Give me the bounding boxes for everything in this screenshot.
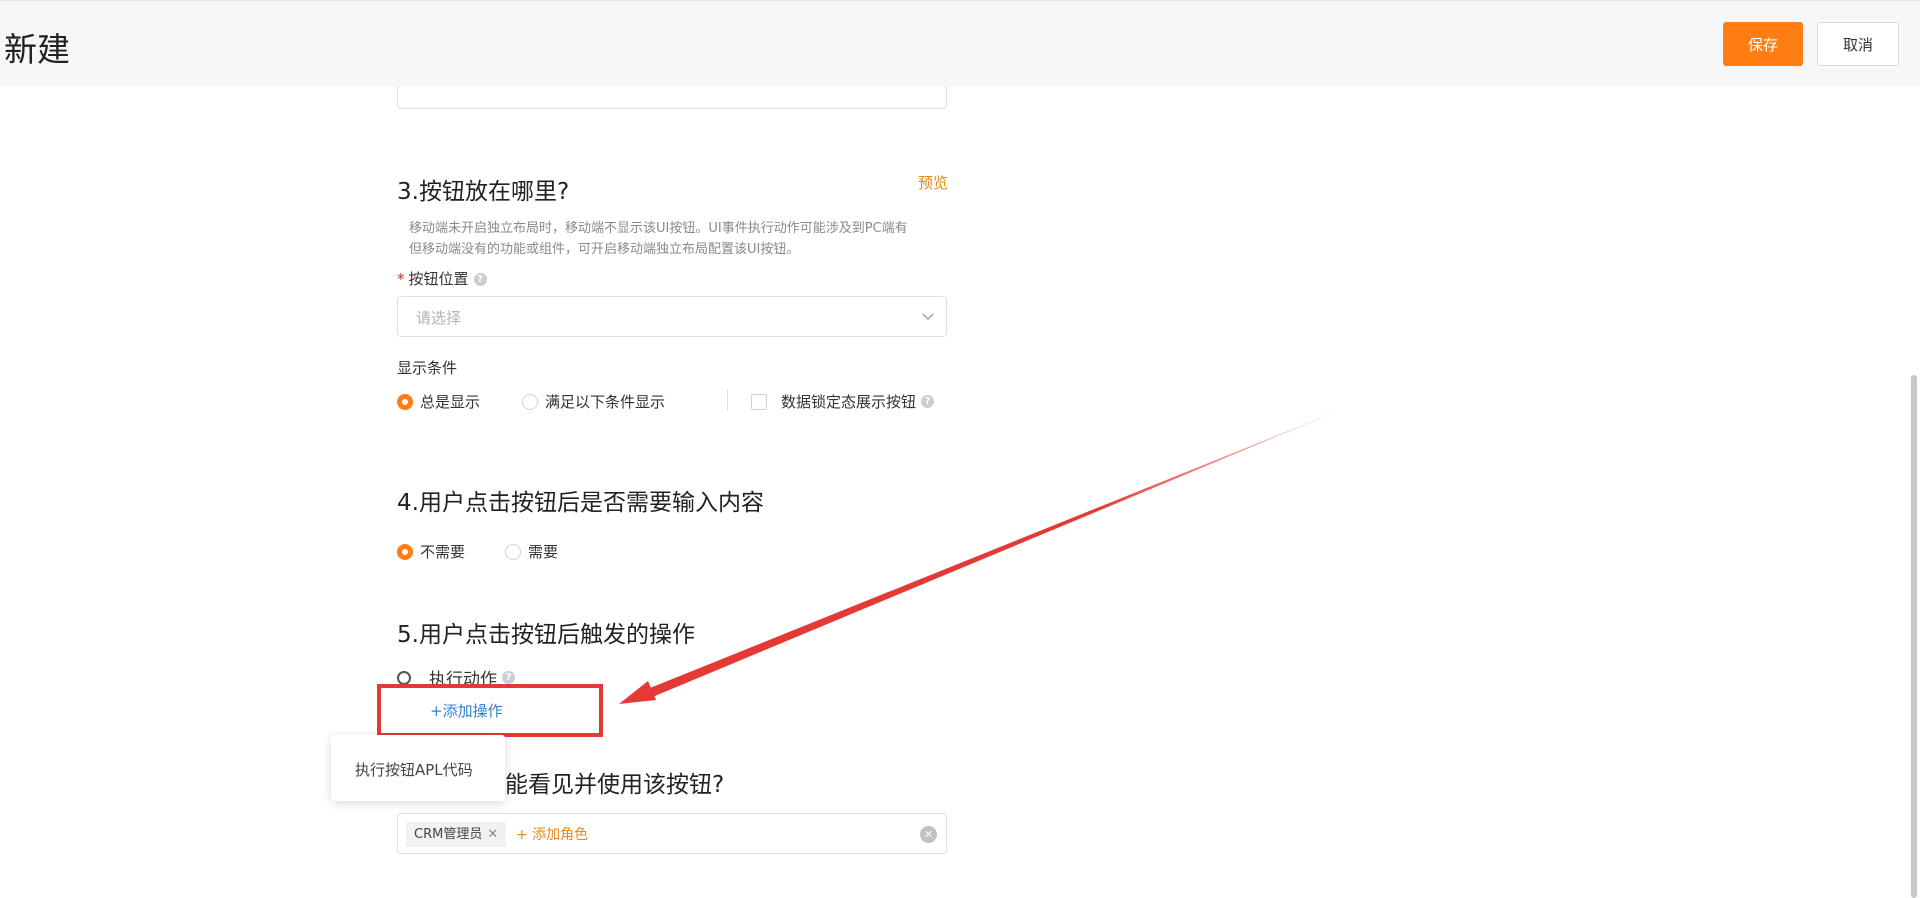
page-title: 新建 bbox=[4, 30, 70, 69]
help-icon[interactable]: ? bbox=[921, 395, 935, 408]
button-position-select[interactable]: 请选择 bbox=[397, 296, 947, 337]
radio-always-show[interactable]: 总是显示 bbox=[397, 391, 480, 412]
radio-selected-indicator[interactable] bbox=[397, 543, 413, 560]
mobile-layout-hint: 移动端未开启独立布局时，移动端不显示该UI按钮。UI事件执行动作可能涉及到PC端… bbox=[409, 221, 908, 257]
radio-no-input[interactable]: 不需要 bbox=[397, 541, 465, 562]
preview-link[interactable]: 预览 bbox=[918, 172, 948, 193]
radio-need-input[interactable]: 需要 bbox=[505, 541, 558, 562]
annotation-arrow bbox=[619, 408, 1345, 704]
checkbox-locked-show[interactable]: 数据锁定态展示按钮 ? bbox=[751, 391, 935, 412]
section-5-title: 5.用户点击按钮后触发的操作 bbox=[397, 622, 695, 648]
checkbox-indicator[interactable] bbox=[751, 393, 767, 410]
help-icon[interactable]: ? bbox=[473, 273, 487, 286]
dropdown-item-execute-apl[interactable]: 执行按钮APL代码 bbox=[355, 759, 473, 780]
clear-icon[interactable]: ✕ bbox=[920, 826, 937, 843]
section-3-title: 3.按钮放在哪里? bbox=[397, 179, 570, 205]
close-icon[interactable]: ✕ bbox=[487, 827, 498, 842]
section-4-title: 4.用户点击按钮后是否需要输入内容 bbox=[397, 490, 764, 516]
add-role-button[interactable]: + 添加角色 bbox=[516, 824, 588, 844]
radio-conditional-show[interactable]: 满足以下条件显示 bbox=[522, 391, 665, 412]
section-6-title: 能看见并使用该按钮? bbox=[505, 772, 725, 798]
help-icon[interactable]: ? bbox=[502, 671, 515, 684]
select-placeholder: 请选择 bbox=[416, 309, 462, 327]
display-condition-label: 显示条件 bbox=[397, 359, 458, 377]
top-header: 新建 保存 取消 bbox=[0, 0, 1920, 86]
radio-indicator[interactable] bbox=[505, 543, 521, 560]
radio-indicator[interactable] bbox=[522, 393, 538, 410]
required-mark: * bbox=[397, 270, 405, 288]
option-divider bbox=[727, 389, 728, 411]
role-tag: CRM管理员 ✕ bbox=[406, 822, 507, 847]
radio-execute-action[interactable]: 执行动作 ? bbox=[397, 665, 515, 690]
button-position-label: * 按钮位置? bbox=[397, 268, 487, 289]
radio-selected-indicator[interactable] bbox=[397, 393, 413, 410]
radio-indicator[interactable] bbox=[397, 670, 411, 685]
operation-dropdown-menu: 执行按钮APL代码 bbox=[331, 735, 505, 801]
scrollbar-thumb[interactable] bbox=[1911, 375, 1917, 898]
save-button[interactable]: 保存 bbox=[1723, 22, 1803, 66]
chevron-down-icon bbox=[922, 313, 934, 320]
add-operation-button[interactable]: +添加操作 bbox=[430, 700, 503, 721]
cancel-button[interactable]: 取消 bbox=[1817, 22, 1899, 66]
role-select-input[interactable]: CRM管理员 ✕ + 添加角色 ✕ bbox=[397, 813, 947, 854]
